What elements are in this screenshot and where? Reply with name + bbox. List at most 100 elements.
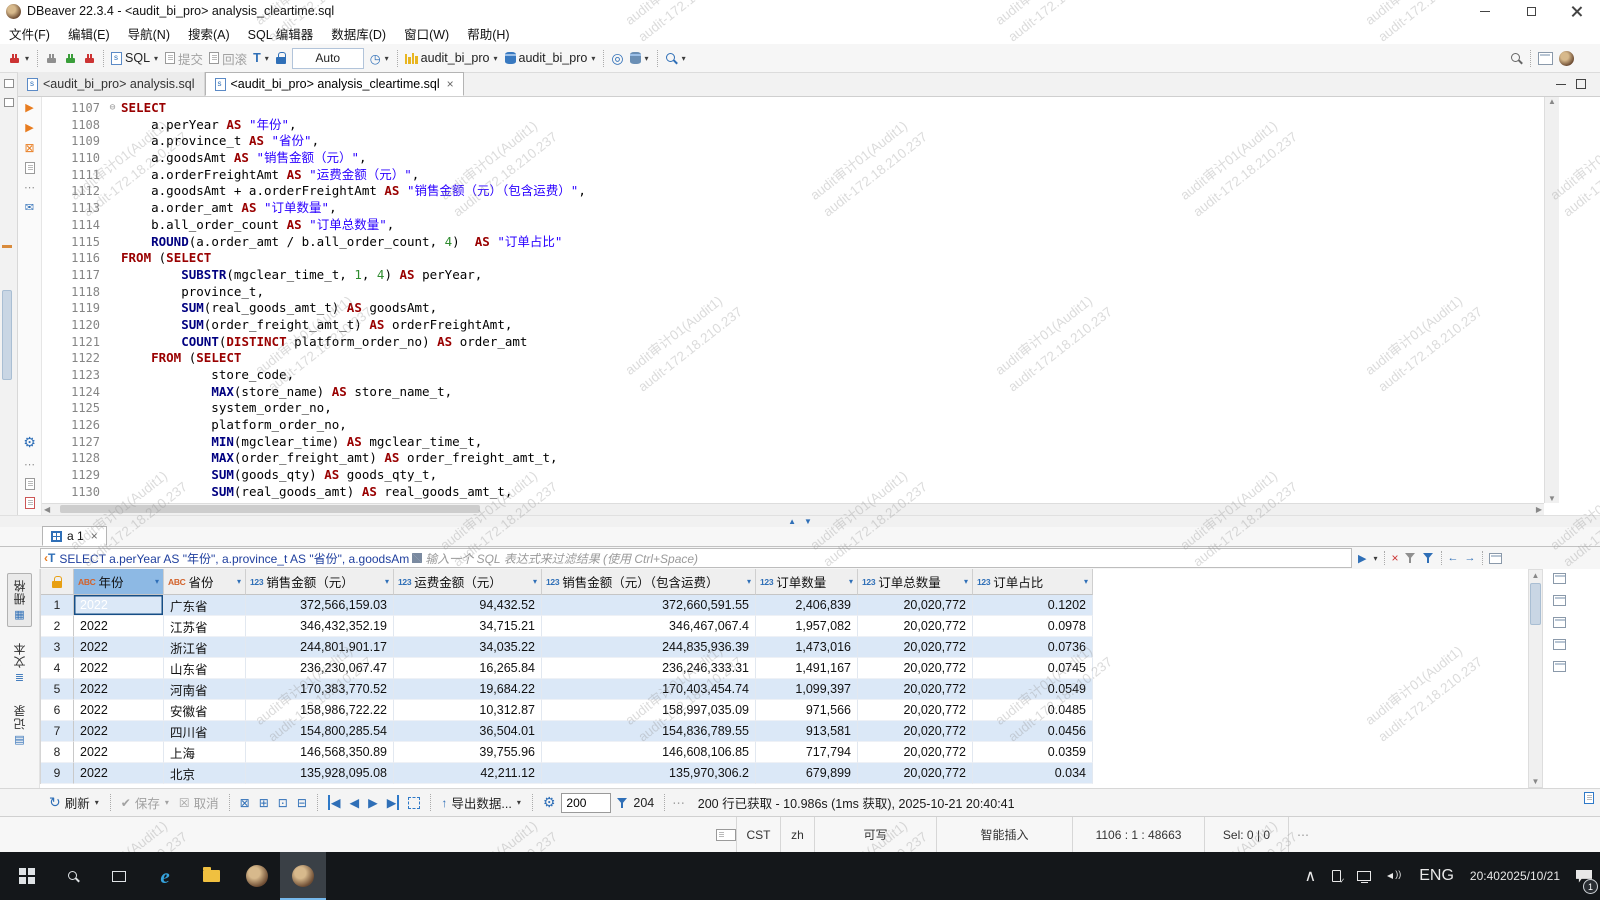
open-perspective-button[interactable] [1535,46,1556,70]
quick-search-button[interactable]: ▾ [662,46,690,70]
grid-corner-cell[interactable] [41,569,74,595]
tx-timeout-button[interactable]: ◷▾ [367,46,393,70]
row-number-cell[interactable]: 3 [41,637,74,658]
action-center-button[interactable]: 1 [1568,852,1600,900]
grid-cell[interactable]: 20,020,772 [858,721,973,742]
grid-cell[interactable]: 2022 [74,721,164,742]
grid-cell[interactable]: 158,997,035.09 [542,700,756,721]
view-tab-grid[interactable]: 栅格▦ [7,573,32,627]
dbeaver-community-button[interactable] [1556,46,1577,70]
results-tab[interactable]: a 1 × [42,526,107,546]
menu-item[interactable]: 窗口(W) [395,22,458,44]
restore-db-navigator-panel-icon[interactable] [4,98,14,107]
value-viewer-panel-icon[interactable] [1553,573,1566,584]
grid-cell[interactable]: 北京 [164,763,246,784]
expand-filter-icon[interactable] [412,553,422,563]
view-tab-record[interactable]: 记录▤ [8,699,31,751]
references-panel-icon[interactable] [1553,639,1566,650]
grid-cell[interactable]: 372,566,159.03 [246,595,394,616]
grid-cell[interactable]: 170,403,454.74 [542,679,756,700]
more-actions-icon[interactable]: ⋯ [24,181,35,194]
grid-cell[interactable]: 1,473,016 [756,637,858,658]
status-overflow-icon[interactable]: ⋯ [1288,817,1309,852]
column-menu-icon[interactable]: ▾ [747,577,751,586]
column-menu-icon[interactable]: ▾ [155,577,159,586]
row-number-cell[interactable]: 7 [41,721,74,742]
grid-cell[interactable]: 20,020,772 [858,700,973,721]
grid-scroll-thumb[interactable] [1530,583,1541,625]
scroll-right-icon[interactable]: ▶ [1536,505,1542,514]
scroll-left-icon[interactable]: ◀ [44,505,50,514]
filter-input[interactable]: ‹ T SELECT a.perYear AS "年份", a.province… [40,548,1352,568]
metadata-panel-icon[interactable] [1553,617,1566,628]
grid-cell[interactable]: 679,899 [756,763,858,784]
grid-cell[interactable]: 四川省 [164,721,246,742]
grid-cell[interactable]: 1,099,397 [756,679,858,700]
grid-cell[interactable]: 0.0549 [973,679,1093,700]
file-explorer-button[interactable] [188,852,234,900]
column-header-1[interactable]: ABC年份▾ [74,569,164,595]
grid-cell[interactable]: 170,383,770.52 [246,679,394,700]
grid-cell[interactable]: 20,020,772 [858,658,973,679]
grid-cell[interactable]: 135,928,095.08 [246,763,394,784]
menu-item[interactable]: 编辑(E) [59,22,119,44]
menu-item[interactable]: SQL 编辑器 [239,22,323,44]
grid-cell[interactable]: 0.034 [973,763,1093,784]
minimize-editor-icon[interactable] [1556,84,1566,85]
grid-cell[interactable]: 河南省 [164,679,246,700]
sash-down-icon[interactable]: ▼ [804,517,812,526]
grid-cell[interactable]: 36,504.01 [394,721,542,742]
previous-row-button[interactable]: ◀ [347,792,363,814]
rollback-button[interactable]: 回滚 [206,46,250,70]
cancel-button[interactable]: ☒取消 [176,792,222,814]
more-actions-icon[interactable]: ⋯ [24,458,35,471]
column-menu-icon[interactable]: ▾ [533,577,537,586]
database-selector[interactable]: audit_bi_pro▾ [402,46,502,70]
dbeaver-taskbar-button[interactable] [234,852,280,900]
first-row-button[interactable]: ◀ [325,792,344,814]
column-header-3[interactable]: 123销售金额（元）▾ [246,569,394,595]
grid-cell[interactable]: 20,020,772 [858,763,973,784]
grid-cell[interactable]: 42,211.12 [394,763,542,784]
edit-row-button[interactable]: ⊠ [237,792,253,814]
menu-item[interactable]: 帮助(H) [458,22,518,44]
calc-panel-icon[interactable] [1553,595,1566,606]
sql-editor-button[interactable]: SQL▾ [108,46,162,70]
column-header-6[interactable]: 123订单数量▾ [756,569,858,595]
grid-cell[interactable]: 135,970,306.2 [542,763,756,784]
row-number-cell[interactable]: 6 [41,700,74,721]
editor-tab-analysis-cleartime[interactable]: <audit_bi_pro> analysis_cleartime.sql × [205,72,464,96]
grid-cell[interactable]: 2022 [74,658,164,679]
column-header-7[interactable]: 123订单总数量▾ [858,569,973,595]
grid-cell[interactable]: 913,581 [756,721,858,742]
scroll-up-icon[interactable]: ▲ [1548,97,1556,106]
grid-cell[interactable]: 1,491,167 [756,658,858,679]
grid-cell[interactable]: 20,020,772 [858,679,973,700]
column-menu-icon[interactable]: ▾ [385,577,389,586]
column-menu-icon[interactable]: ▾ [964,577,968,586]
grid-cell[interactable]: 346,467,067.4 [542,616,756,637]
row-number-cell[interactable]: 2 [41,616,74,637]
tx-mode-combo[interactable]: Auto [292,48,364,69]
connect-button[interactable] [42,46,61,70]
scroll-up-icon[interactable]: ▲ [1532,571,1540,580]
network-tray-icon[interactable] [1349,852,1379,900]
add-row-button[interactable]: ⊞ [256,792,272,814]
usb-tray-icon[interactable] [1324,852,1349,900]
sql-editor[interactable]: 1107⊖SELECT1108 a.perYear AS "年份",1109 a… [42,97,1544,503]
grid-cell[interactable]: 94,432.52 [394,595,542,616]
grid-cell[interactable]: 154,836,789.55 [542,721,756,742]
grid-cell[interactable]: 0.0359 [973,742,1093,763]
column-menu-icon[interactable]: ▾ [237,577,241,586]
editor-scroll-thumb[interactable] [2,290,12,380]
back-button[interactable]: ← [1448,552,1459,564]
grid-cell[interactable]: 1,957,082 [756,616,858,637]
grid-cell[interactable]: 2022 [74,595,164,616]
execute-statement-button[interactable]: ▶ [25,101,33,114]
restore-projects-panel-icon[interactable] [4,79,14,88]
execute-script-button[interactable]: ▶ [25,121,33,134]
grid-cell[interactable]: 244,835,936.39 [542,637,756,658]
menu-item[interactable]: 数据库(D) [322,22,395,44]
column-menu-icon[interactable]: ▾ [849,577,853,586]
commit-button[interactable]: 提交 [162,46,206,70]
